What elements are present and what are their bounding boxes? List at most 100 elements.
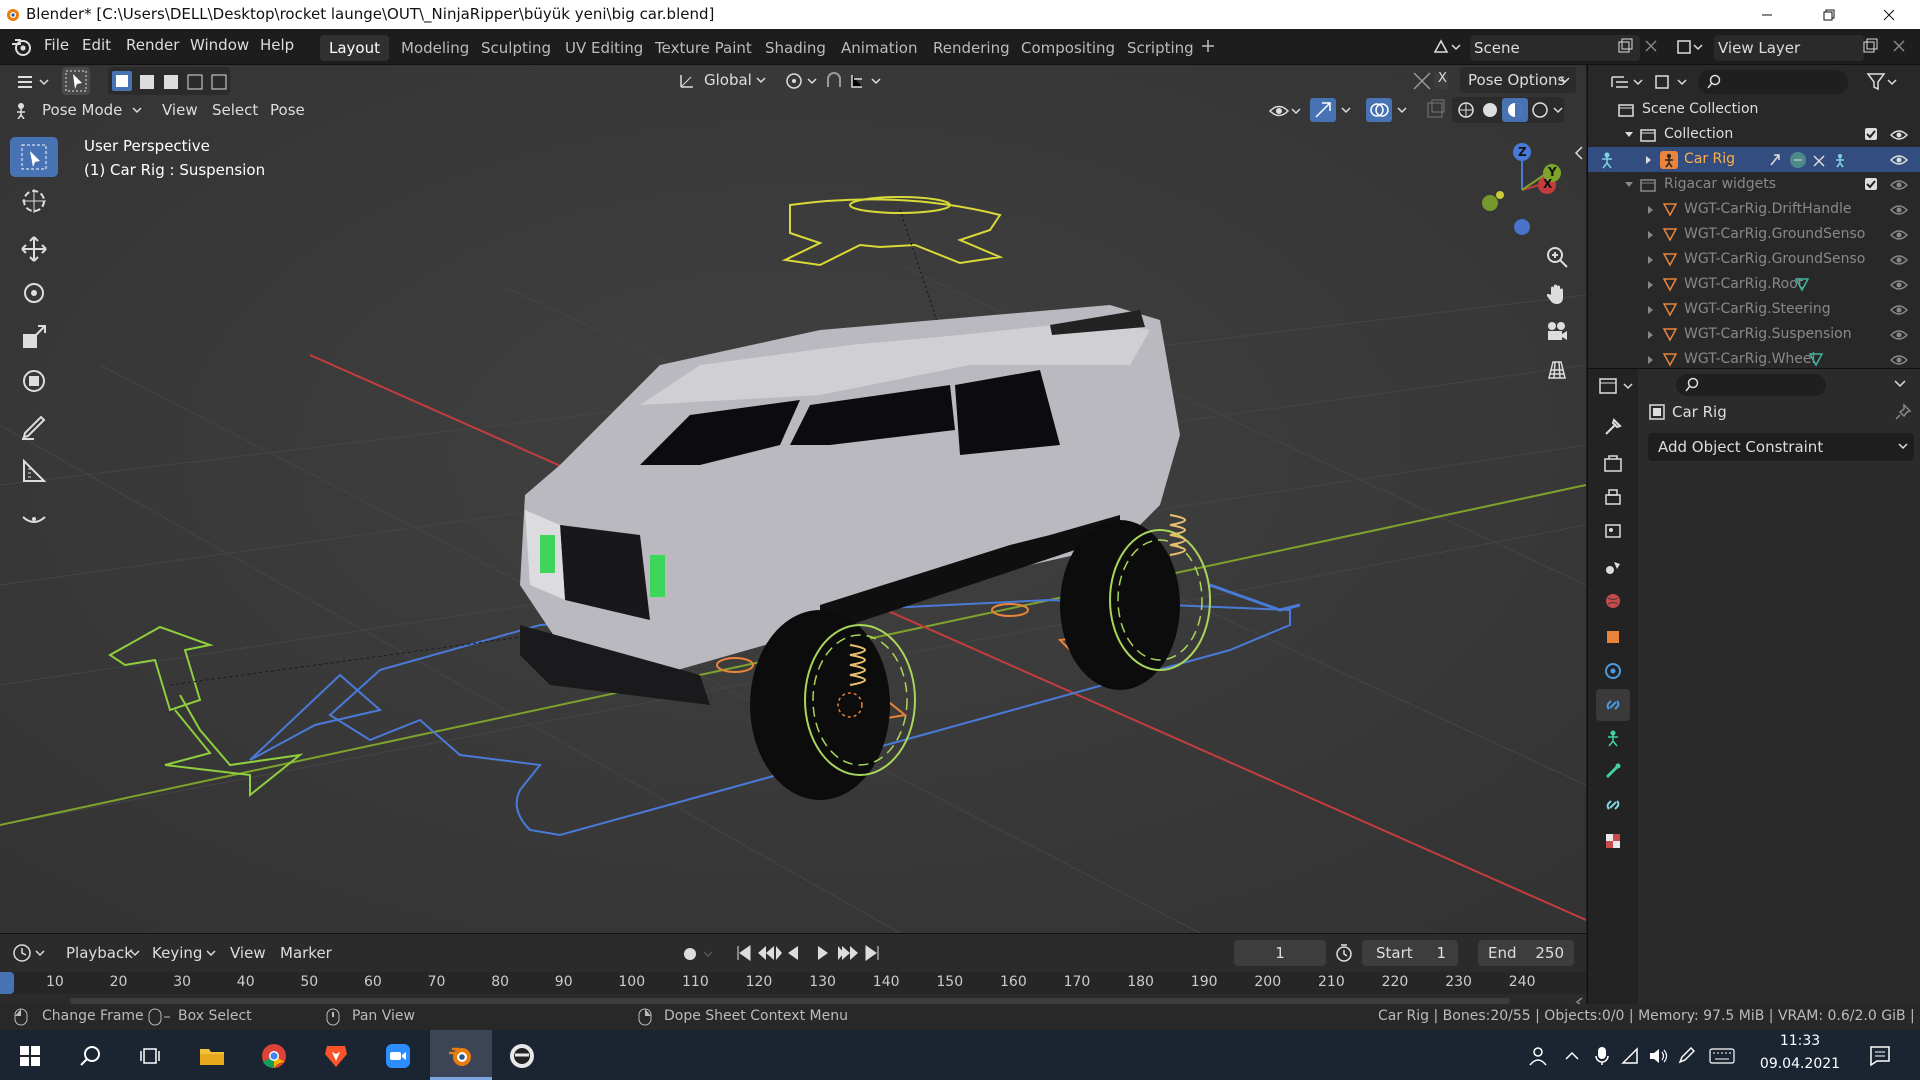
pivot-point-icon[interactable] [782, 69, 822, 93]
tab-view-layer-properties[interactable] [1596, 515, 1630, 547]
scale-tool[interactable] [10, 317, 58, 357]
outliner-row-rigacar-widgets[interactable]: Rigacar widgets [1588, 172, 1920, 197]
expand-arrow-icon[interactable] [1646, 255, 1656, 265]
rigacar-widgets-checkbox[interactable] [1864, 177, 1878, 191]
remove-view-layer-icon[interactable] [1892, 39, 1906, 53]
tab-animation[interactable]: Animation [832, 35, 926, 61]
snap-icon[interactable] [824, 69, 888, 93]
outliner-search-input[interactable] [1698, 70, 1848, 94]
pan-hand-icon[interactable] [1540, 277, 1574, 311]
tab-object-data-armature[interactable] [1596, 723, 1630, 755]
collection-visibility-icon[interactable] [1890, 128, 1908, 142]
overlays-toggle-icon[interactable] [1366, 97, 1414, 123]
pose-options-dropdown[interactable]: Pose Options [1460, 67, 1576, 93]
tab-sculpting[interactable]: Sculpting [472, 35, 560, 61]
editor-type-button[interactable] [10, 67, 56, 97]
blender-menu-icon[interactable] [10, 36, 34, 58]
expand-arrow-icon[interactable] [1624, 180, 1634, 190]
tab-tool-properties[interactable] [1596, 411, 1630, 443]
outliner-row-scene-collection[interactable]: Scene Collection [1588, 97, 1920, 122]
pen-icon[interactable] [1672, 1035, 1700, 1077]
tab-modeling[interactable]: Modeling [392, 35, 478, 61]
sidebar-toggle-icon[interactable] [1574, 145, 1584, 161]
properties-editor-type-icon[interactable] [1598, 373, 1638, 399]
add-workspace-icon[interactable] [1200, 38, 1216, 54]
chrome-icon[interactable] [250, 1035, 298, 1077]
notifications-icon[interactable] [1856, 1035, 1904, 1077]
volume-icon[interactable] [1644, 1035, 1672, 1077]
selection-mode-buttons[interactable] [108, 67, 230, 95]
playback-menu[interactable]: Playback [62, 940, 142, 966]
mirror-axis-icon[interactable]: X [1410, 69, 1450, 93]
current-frame-field[interactable]: 1 [1234, 940, 1326, 966]
network-icon[interactable] [1616, 1035, 1644, 1077]
menu-edit[interactable]: Edit [82, 36, 111, 54]
outliner-row-widget[interactable]: WGT-CarRig.GroundSenso [1588, 222, 1920, 247]
car-rig-visibility-icon[interactable] [1890, 153, 1908, 167]
expand-arrow-icon[interactable] [1646, 205, 1656, 215]
timeline-menu-view[interactable]: View [230, 940, 266, 966]
expand-arrow-icon[interactable] [1644, 155, 1654, 165]
select-box-tool[interactable] [10, 137, 58, 177]
transform-tool[interactable] [10, 361, 58, 401]
tab-object-constraints[interactable] [1596, 689, 1630, 721]
xray-toggle-icon[interactable] [1424, 97, 1448, 123]
new-view-layer-icon[interactable] [1862, 38, 1878, 54]
widget-visibility-icon[interactable] [1890, 303, 1908, 317]
outliner-row-widget[interactable]: WGT-CarRig.Steering [1588, 297, 1920, 322]
outliner-row-car-rig[interactable]: Car Rig [1588, 147, 1920, 172]
expand-arrow-icon[interactable] [1646, 230, 1656, 240]
widget-visibility-icon[interactable] [1890, 328, 1908, 342]
tab-scripting[interactable]: Scripting [1118, 35, 1203, 61]
rigacar-widgets-visibility-icon[interactable] [1890, 178, 1908, 192]
expand-arrow-icon[interactable] [1646, 355, 1656, 365]
minimize-button[interactable] [1744, 0, 1790, 29]
filter-icon[interactable] [1864, 69, 1904, 95]
people-icon[interactable] [1514, 1035, 1562, 1077]
expand-arrow-icon[interactable] [1646, 305, 1656, 315]
gizmo-toggle-icon[interactable] [1310, 97, 1358, 123]
file-explorer-icon[interactable] [188, 1035, 236, 1077]
timeline-menu-marker[interactable]: Marker [280, 940, 332, 966]
visibility-icon[interactable] [1268, 99, 1304, 123]
camera-view-icon[interactable] [1540, 315, 1574, 349]
keying-menu[interactable]: Keying [148, 940, 220, 966]
remove-scene-icon[interactable] [1644, 39, 1658, 53]
tab-bone-constraints[interactable] [1596, 789, 1630, 821]
windows-start-icon[interactable] [6, 1035, 54, 1077]
3d-viewport[interactable]: Global X Pose Options Pose Mode View Sel… [0, 65, 1586, 933]
start-frame-field[interactable]: Start 1 [1362, 940, 1458, 966]
tab-output-properties[interactable] [1596, 481, 1630, 513]
menu-render[interactable]: Render [126, 36, 179, 54]
tab-rendering[interactable]: Rendering [924, 35, 1019, 61]
collection-checkbox[interactable] [1864, 127, 1878, 141]
expand-arrow-icon[interactable] [1646, 330, 1656, 340]
display-mode-icon[interactable] [1652, 69, 1692, 95]
menu-file[interactable]: File [44, 36, 69, 54]
outliner-row-collection[interactable]: Collection [1588, 122, 1920, 147]
task-view-icon[interactable] [126, 1035, 174, 1077]
annotate-tool[interactable] [10, 407, 58, 447]
viewport-menu-select[interactable]: Select [212, 97, 258, 123]
tab-world-properties[interactable] [1596, 585, 1630, 617]
pin-icon[interactable] [1894, 403, 1912, 421]
rotate-tool[interactable] [10, 273, 58, 313]
brave-browser-icon[interactable] [312, 1035, 360, 1077]
search-icon[interactable] [66, 1035, 114, 1077]
widget-visibility-icon[interactable] [1890, 353, 1908, 367]
keyboard-icon[interactable] [1702, 1035, 1742, 1077]
outliner-row-widget[interactable]: WGT-CarRig.Root [1588, 272, 1920, 297]
outliner-row-widget[interactable]: WGT-CarRig.Suspension [1588, 322, 1920, 347]
select-tool-mode-button[interactable] [62, 67, 90, 95]
timeline-editor-type-icon[interactable] [10, 940, 50, 966]
outliner-row-widget[interactable]: WGT-CarRig.DriftHandle [1588, 197, 1920, 222]
properties-options-icon[interactable] [1894, 379, 1906, 389]
menu-help[interactable]: Help [260, 36, 294, 54]
microphone-icon[interactable] [1588, 1035, 1616, 1077]
widget-visibility-icon[interactable] [1890, 253, 1908, 267]
end-frame-field[interactable]: End 250 [1478, 940, 1574, 966]
use-preview-range-icon[interactable] [1334, 943, 1354, 963]
tab-texture-paint[interactable]: Texture Paint [646, 35, 761, 61]
tab-texture-properties[interactable] [1596, 825, 1630, 857]
clock-time[interactable]: 11:33 [1750, 1033, 1850, 1049]
